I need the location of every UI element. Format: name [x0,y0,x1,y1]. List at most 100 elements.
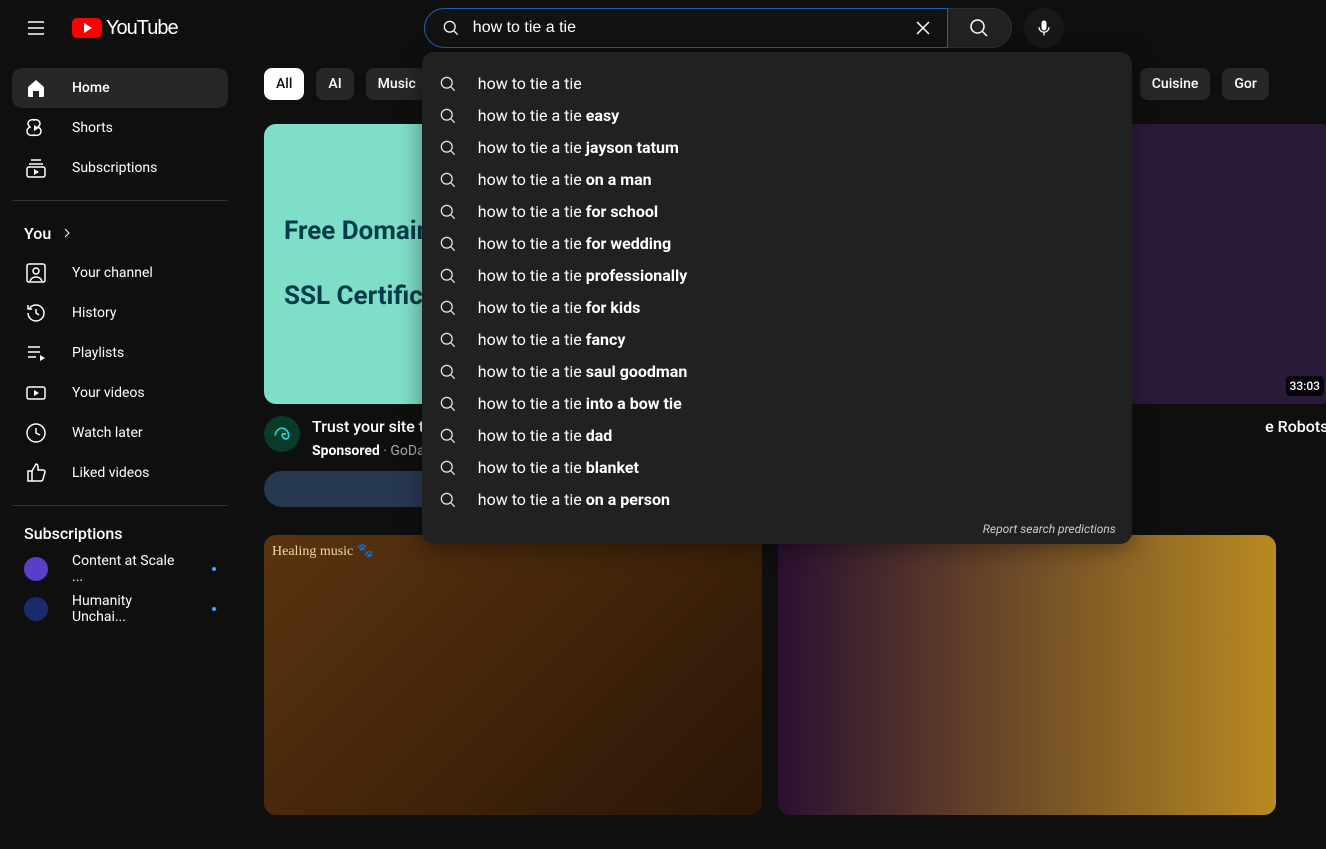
sidebar-item-label: Your videos [72,385,145,401]
sidebar-item-label: Shorts [72,120,113,136]
hamburger-menu[interactable] [16,8,56,48]
sidebar-sub-cas[interactable]: Content at Scale ... [12,549,228,589]
sidebar-divider [12,505,228,506]
sidebar-item-subscriptions[interactable]: Subscriptions [12,148,228,188]
chevron-right-icon [59,225,75,241]
sidebar-item-history[interactable]: History [12,293,228,333]
search-icon [438,362,458,382]
youtube-logo[interactable]: YouTube [72,17,178,40]
sidebar-divider [12,200,228,201]
sidebar-subscriptions-title: Subscriptions [12,518,228,549]
sidebar-item-label: Home [72,80,110,96]
godaddy-icon [272,424,292,444]
sidebar-item-your-channel[interactable]: Your channel [12,253,228,293]
video-duration: 33:03 [1286,376,1324,396]
filter-chip[interactable]: Music [366,68,428,100]
suggestion-text: how to tie a tie on a person [478,487,670,513]
search-suggestion[interactable]: how to tie a tie saul goodman [422,356,1132,388]
sidebar-sub-hum[interactable]: Humanity Unchai... [12,589,228,629]
sidebar-item-label: Playlists [72,345,124,361]
like-icon [24,461,48,485]
channel-avatar-icon [24,597,48,621]
search-icon [438,266,458,286]
logo-text: YouTube [106,17,178,40]
suggestion-text: how to tie a tie dad [478,423,613,449]
report-predictions-link[interactable]: Report search predictions [422,516,1132,536]
sidebar-item-liked[interactable]: Liked videos [12,453,228,493]
suggestion-text: how to tie a tie fancy [478,327,626,353]
clear-search-button[interactable] [903,8,943,48]
channel-avatar-icon [24,557,48,581]
thumb-overlay-text: Healing music 🐾 [272,543,374,560]
sidebar-item-your-videos[interactable]: Your videos [12,373,228,413]
search-icon [438,490,458,510]
sidebar-item-watch-later[interactable]: Watch later [12,413,228,453]
sidebar-item-label: History [72,305,117,321]
close-icon [911,16,935,40]
voice-search-button[interactable] [1024,8,1064,48]
suggestion-text: how to tie a tie easy [478,103,619,129]
suggestion-text: how to tie a tie for school [478,199,658,225]
suggestion-text: how to tie a tie for wedding [478,231,671,257]
search-suggestion[interactable]: how to tie a tie for wedding [422,228,1132,260]
suggestion-text: how to tie a tie [478,71,582,97]
search-icon [438,138,458,158]
filter-chip[interactable]: Cuisine [1140,68,1211,100]
video-icon [24,381,48,405]
search-suggestion[interactable]: how to tie a tie for school [422,196,1132,228]
search-suggestion[interactable]: how to tie a tie into a bow tie [422,388,1132,420]
search-suggestion[interactable]: how to tie a tie blanket [422,452,1132,484]
video-thumbnail[interactable] [778,535,1276,815]
sidebar-item-label: Subscriptions [72,160,157,176]
sidebar-you-heading[interactable]: You [12,213,228,253]
suggestion-text: how to tie a tie professionally [478,263,688,289]
sidebar-item-label: Humanity Unchai... [72,593,188,625]
sidebar-item-shorts[interactable]: Shorts [12,108,228,148]
home-icon [24,76,48,100]
sidebar-item-playlists[interactable]: Playlists [12,333,228,373]
search-icon [438,426,458,446]
filter-chip[interactable]: All [264,68,304,100]
search-suggestion[interactable]: how to tie a tie dad [422,420,1132,452]
search-suggestion[interactable]: how to tie a tie on a man [422,164,1132,196]
search-icon [438,394,458,414]
clock-icon [24,421,48,445]
menu-icon [24,16,48,40]
subs-icon [24,156,48,180]
search-box[interactable] [424,8,948,48]
history-icon [24,301,48,325]
search-suggestion[interactable]: how to tie a tie jayson tatum [422,132,1132,164]
suggestion-text: how to tie a tie blanket [478,455,639,481]
playlist-icon [24,341,48,365]
search-icon [438,458,458,478]
suggestion-text: how to tie a tie jayson tatum [478,135,679,161]
search-input[interactable] [473,19,903,37]
search-suggestion[interactable]: how to tie a tie [422,68,1132,100]
user-icon [24,261,48,285]
search-suggestion[interactable]: how to tie a tie easy [422,100,1132,132]
search-button[interactable] [948,8,1012,48]
channel-avatar[interactable] [264,416,300,452]
search-suggestion[interactable]: how to tie a tie on a person [422,484,1132,516]
search-icon [438,234,458,254]
shorts-icon [24,116,48,140]
search-suggestion[interactable]: how to tie a tie for kids [422,292,1132,324]
youtube-play-icon [72,18,102,38]
new-content-dot [212,607,216,611]
search-suggestion[interactable]: how to tie a tie fancy [422,324,1132,356]
filter-chip[interactable]: AI [316,68,353,100]
suggestion-text: how to tie a tie for kids [478,295,641,321]
sidebar: Home Shorts Subscriptions You Your channel… [0,56,240,793]
search-icon [438,74,458,94]
search-icon [967,16,991,40]
filter-chip[interactable]: Gor [1222,68,1268,100]
search-suggestion[interactable]: how to tie a tie professionally [422,260,1132,292]
sidebar-item-home[interactable]: Home [12,68,228,108]
video-thumbnail[interactable]: Healing music 🐾 [264,535,762,815]
search-icon [438,330,458,350]
sidebar-item-label: Your channel [72,265,153,281]
suggestion-text: how to tie a tie on a man [478,167,652,193]
microphone-icon [1034,18,1054,38]
search-icon [438,170,458,190]
suggestion-text: how to tie a tie into a bow tie [478,391,682,417]
